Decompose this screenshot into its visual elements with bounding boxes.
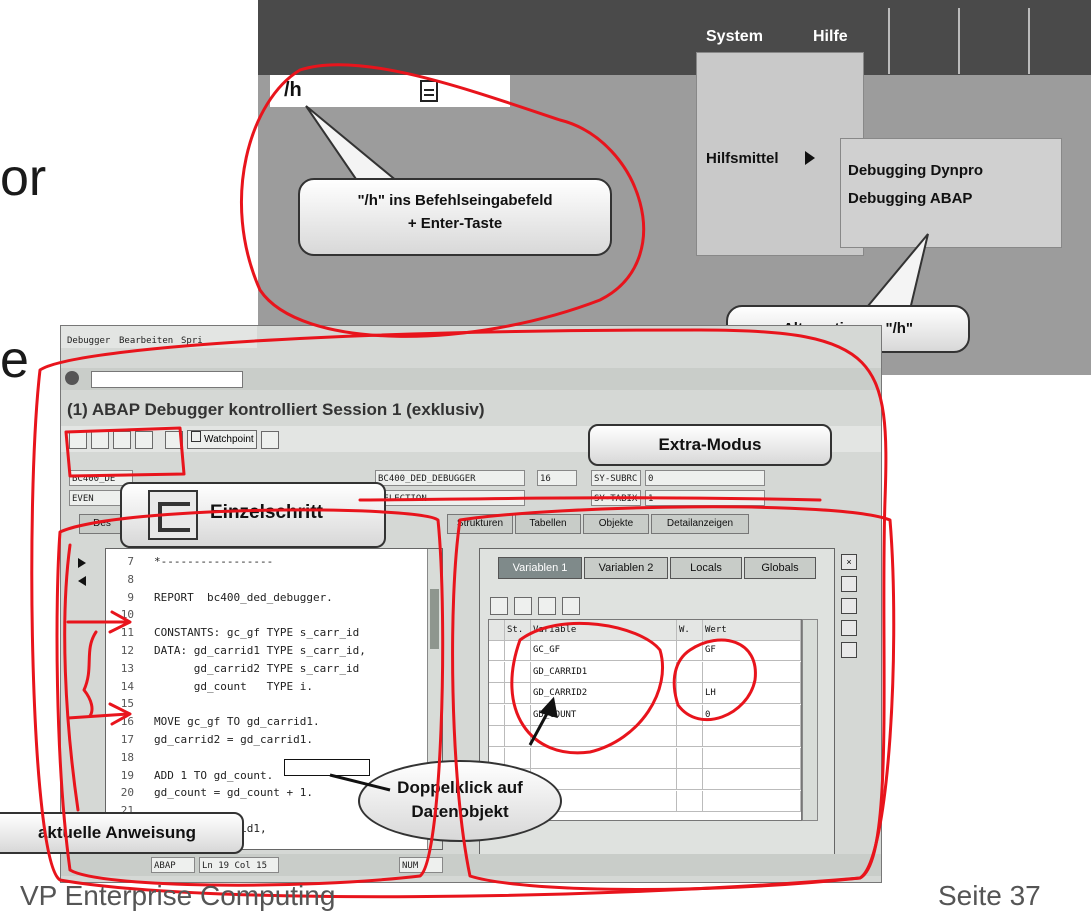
footer-course-title: VP Enterprise Computing xyxy=(20,880,336,911)
red-annotation-layer xyxy=(30,63,896,899)
footer-page-number: Seite 37 xyxy=(938,880,1041,911)
